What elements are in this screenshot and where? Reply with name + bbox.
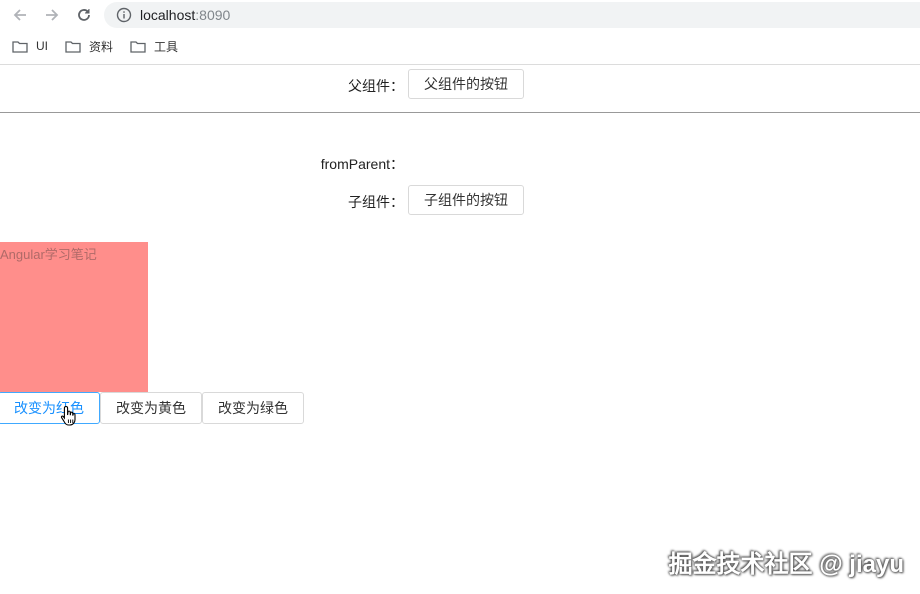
hand-cursor-icon <box>60 405 76 426</box>
red-button[interactable]: 改变为红色 <box>0 392 100 424</box>
browser-toolbar: localhost:8090 <box>0 0 920 28</box>
bookmark-label: UI <box>36 39 48 53</box>
address-bar[interactable]: localhost:8090 <box>104 2 920 28</box>
bookmark-label: 工具 <box>154 39 179 54</box>
folder-icon <box>12 40 28 53</box>
child-button[interactable]: 子组件的按钮 <box>408 185 524 215</box>
bookmark-gongju[interactable]: 工具 <box>130 37 178 55</box>
bookmark-ziliao[interactable]: 资料 <box>65 37 113 55</box>
reload-icon <box>78 9 90 21</box>
bookmark-ui[interactable]: UI <box>12 37 48 55</box>
parent-label: 父组件： <box>348 78 404 94</box>
yellow-button[interactable]: 改变为黄色 <box>100 392 202 424</box>
info-icon <box>116 7 132 23</box>
bookmarks-bar: UI 资料 工具 <box>0 34 920 58</box>
parent-button[interactable]: 父组件的按钮 <box>408 69 524 99</box>
bookmark-label: 资料 <box>89 39 114 54</box>
address-host: localhost <box>140 7 196 23</box>
toolbar-divider <box>0 64 920 65</box>
folder-icon <box>130 40 146 53</box>
forward-button[interactable] <box>41 4 63 26</box>
reload-button[interactable] <box>73 4 95 26</box>
component-divider <box>0 112 920 113</box>
arrow-left-icon <box>13 9 26 21</box>
watermark: 掘金技术社区 @ jiayu <box>668 551 904 578</box>
from-parent-label: fromParent： <box>320 156 404 172</box>
arrow-right-icon <box>46 9 59 21</box>
folder-icon <box>65 40 81 53</box>
address-url: localhost:8090 <box>140 7 230 23</box>
color-box-text: Angular学习笔记 <box>0 247 97 262</box>
child-label: 子组件： <box>348 194 404 210</box>
address-port: :8090 <box>195 7 231 23</box>
back-button[interactable] <box>9 4 31 26</box>
color-box: Angular学习笔记 <box>0 242 148 392</box>
green-button[interactable]: 改变为绿色 <box>202 392 304 424</box>
